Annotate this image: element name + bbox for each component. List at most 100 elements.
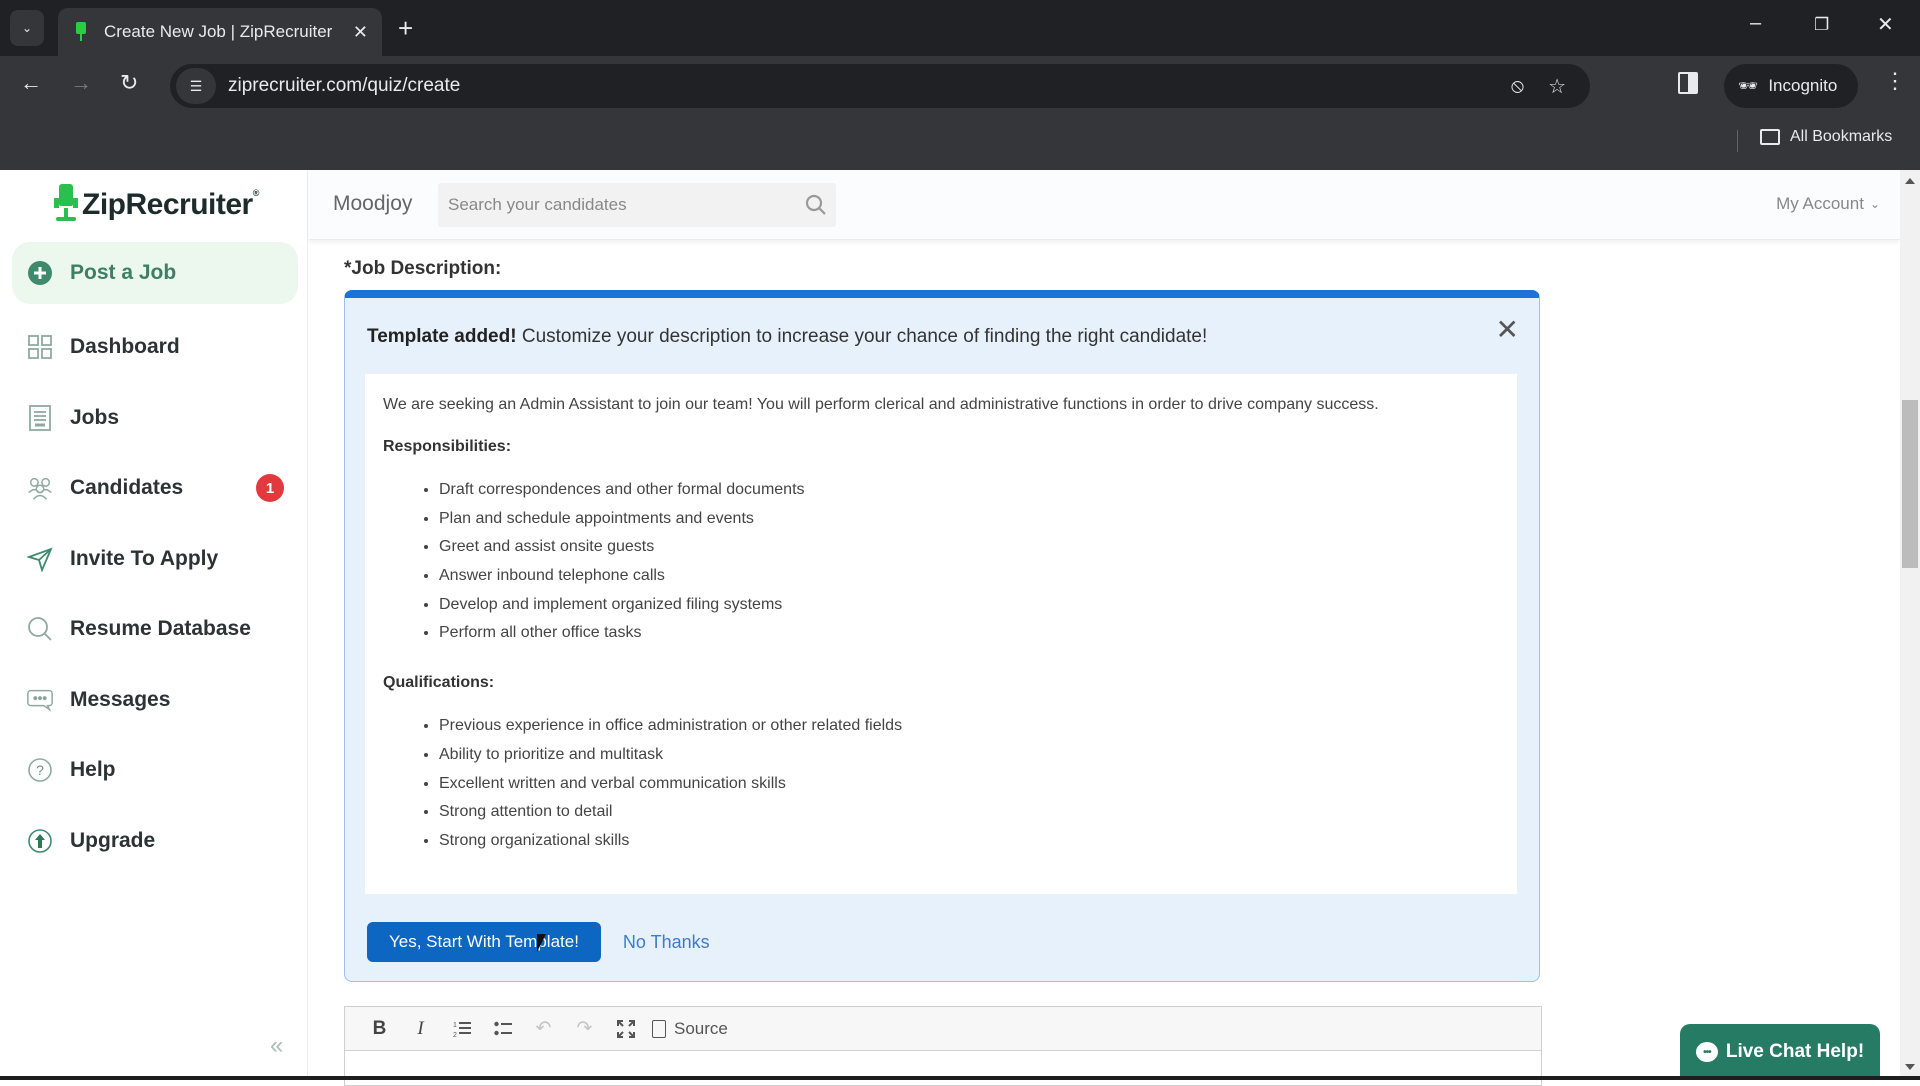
collapse-sidebar-button[interactable]: « — [270, 1032, 283, 1060]
document-icon — [26, 404, 54, 432]
site-info-tune-icon[interactable]: ☰ — [176, 68, 216, 104]
chevron-down-icon: ⌄ — [1869, 197, 1880, 211]
star-icon[interactable]: ☆ — [1548, 74, 1566, 99]
sidebar-item-label: Messages — [70, 687, 171, 711]
grid-icon — [26, 333, 54, 361]
new-tab-plus-icon[interactable]: + — [398, 12, 413, 44]
tab-list-button[interactable]: ⌄ — [10, 10, 44, 46]
numbered-list-icon[interactable]: 12 — [441, 1013, 482, 1045]
source-button[interactable]: Source — [652, 1019, 728, 1039]
browser-tab-active[interactable]: Create New Job | ZipRecruiter ✕ — [58, 8, 382, 56]
scroll-up-arrow-icon[interactable] — [1905, 178, 1915, 184]
live-chat-button[interactable]: ••• Live Chat Help! — [1680, 1024, 1880, 1080]
bookmarks-separator — [1737, 130, 1738, 152]
sidebar-item-label: Dashboard — [70, 335, 180, 359]
responsibilities-list: Draft correspondences and other formal d… — [439, 476, 1499, 648]
ziprecruiter-favicon-icon — [72, 22, 90, 42]
eye-off-icon[interactable]: ⦸ — [1511, 75, 1524, 98]
close-tab-icon[interactable]: ✕ — [353, 22, 368, 43]
more-vert-icon[interactable]: ⋮ — [1884, 68, 1906, 94]
candidate-search — [438, 183, 836, 227]
sidebar-item-upgrade[interactable]: Upgrade — [12, 806, 298, 877]
incognito-profile-button[interactable]: 🕶 Incognito — [1724, 64, 1858, 108]
incognito-icon: 🕶 — [1738, 78, 1759, 95]
address-bar[interactable]: ☰ ziprecruiter.com/quiz/create ⦸ ☆ — [170, 64, 1590, 108]
side-panel-icon[interactable] — [1678, 72, 1698, 94]
people-icon — [26, 474, 54, 502]
screen-bottom-edge — [0, 1076, 1920, 1080]
reload-icon[interactable]: ↻ — [120, 70, 138, 96]
scroll-down-arrow-icon[interactable] — [1905, 1064, 1915, 1070]
template-intro: We are seeking an Admin Assistant to joi… — [383, 396, 1379, 413]
template-preview: We are seeking an Admin Assistant to joi… — [365, 374, 1517, 894]
template-notice: Template added! Customize your descripti… — [367, 326, 1207, 348]
restore-icon[interactable]: ❐ — [1814, 15, 1829, 35]
minimize-icon[interactable]: – — [1750, 12, 1761, 35]
qualifications-list: Previous experience in office administra… — [439, 712, 1499, 855]
bulleted-list-icon[interactable] — [482, 1013, 523, 1045]
all-bookmarks-button[interactable]: All Bookmarks — [1760, 128, 1892, 146]
chat-icon — [26, 686, 54, 714]
bold-button[interactable]: B — [359, 1013, 400, 1045]
sidebar-item-label: Candidates — [70, 476, 184, 500]
help-circle-icon: ? — [26, 756, 54, 784]
qualifications-heading: Qualifications: — [383, 674, 495, 692]
ziprecruiter-logo[interactable]: ZipRecruiter® — [54, 184, 259, 226]
maximize-icon[interactable] — [605, 1013, 646, 1045]
logo-wordmark: ZipRecruiter® — [82, 188, 259, 221]
list-item: Perform all other office tasks — [439, 619, 1499, 648]
sidebar-item-dashboard[interactable]: Dashboard — [12, 312, 298, 383]
sidebar-item-messages[interactable]: Messages — [12, 665, 298, 736]
responsibilities-heading: Responsibilities: — [383, 438, 512, 455]
folder-icon — [1760, 129, 1780, 145]
all-bookmarks-label: All Bookmarks — [1790, 128, 1893, 145]
svg-text:2: 2 — [453, 1032, 457, 1038]
sidebar-item-label: Resume Database — [70, 617, 251, 641]
tab-title: Create New Job | ZipRecruiter — [104, 22, 333, 41]
italic-button[interactable]: I — [400, 1013, 441, 1045]
sidebar-item-post-a-job[interactable]: Post a Job — [12, 242, 298, 304]
chevron-down-icon: ⌄ — [21, 21, 33, 35]
template-notice-text: Customize your description to increase y… — [516, 326, 1208, 347]
sidebar-nav: Post a Job Dashboard Jobs Candidates 1 I… — [12, 242, 298, 876]
send-icon — [26, 545, 54, 573]
my-account-dropdown[interactable]: My Account ⌄ — [1776, 194, 1880, 214]
sidebar-item-jobs[interactable]: Jobs — [12, 383, 298, 454]
source-document-icon — [652, 1019, 666, 1038]
sidebar-item-invite-to-apply[interactable]: Invite To Apply — [12, 524, 298, 595]
scrollbar-thumb[interactable] — [1902, 400, 1918, 568]
sidebar-item-label: Post a Job — [70, 261, 177, 284]
no-thanks-link[interactable]: No Thanks — [623, 932, 710, 953]
url-text[interactable]: ziprecruiter.com/quiz/create — [228, 75, 1511, 97]
list-item: Previous experience in office administra… — [439, 712, 1499, 741]
sidebar-item-resume-database[interactable]: Resume Database — [12, 594, 298, 665]
sidebar-item-help[interactable]: ? Help — [12, 735, 298, 806]
search-icon — [26, 615, 54, 643]
sidebar-item-label: Jobs — [70, 405, 120, 429]
browser-tab-bar: ⌄ Create New Job | ZipRecruiter ✕ + – ❐ … — [0, 0, 1920, 56]
close-window-icon[interactable]: ✕ — [1877, 12, 1894, 37]
source-label: Source — [674, 1018, 728, 1038]
search-icon[interactable] — [796, 194, 836, 216]
page: ZipRecruiter® Post a Job Dashboard Jobs — [0, 170, 1920, 1086]
sidebar-item-candidates[interactable]: Candidates 1 — [12, 453, 298, 524]
svg-text:?: ? — [36, 762, 44, 778]
job-description-label: *Job Description: — [344, 258, 502, 279]
upgrade-arrow-icon — [26, 827, 54, 855]
start-with-template-button[interactable]: Yes, Start With Template! — [367, 922, 601, 962]
chat-bubble-icon: ••• — [1695, 1042, 1718, 1062]
mouse-cursor-icon — [537, 934, 546, 952]
back-arrow-icon[interactable]: ← — [20, 70, 42, 96]
company-name: Moodjoy — [333, 192, 413, 215]
page-scrollbar[interactable] — [1900, 170, 1920, 1080]
sidebar: ZipRecruiter® Post a Job Dashboard Jobs — [0, 170, 308, 1080]
redo-icon[interactable]: ↷ — [564, 1013, 605, 1045]
browser-toolbar: ← → ↻ ☰ ziprecruiter.com/quiz/create ⦸ ☆… — [0, 56, 1920, 116]
close-template-panel-icon[interactable]: ✕ — [1496, 316, 1519, 344]
forward-arrow-icon[interactable]: → — [70, 70, 92, 96]
svg-text:1: 1 — [453, 1022, 457, 1029]
undo-icon[interactable]: ↶ — [523, 1013, 564, 1045]
list-item: Greet and assist onsite guests — [439, 533, 1499, 562]
search-input[interactable] — [438, 183, 796, 227]
start-with-template-label: Yes, Start With Template! — [389, 932, 579, 951]
